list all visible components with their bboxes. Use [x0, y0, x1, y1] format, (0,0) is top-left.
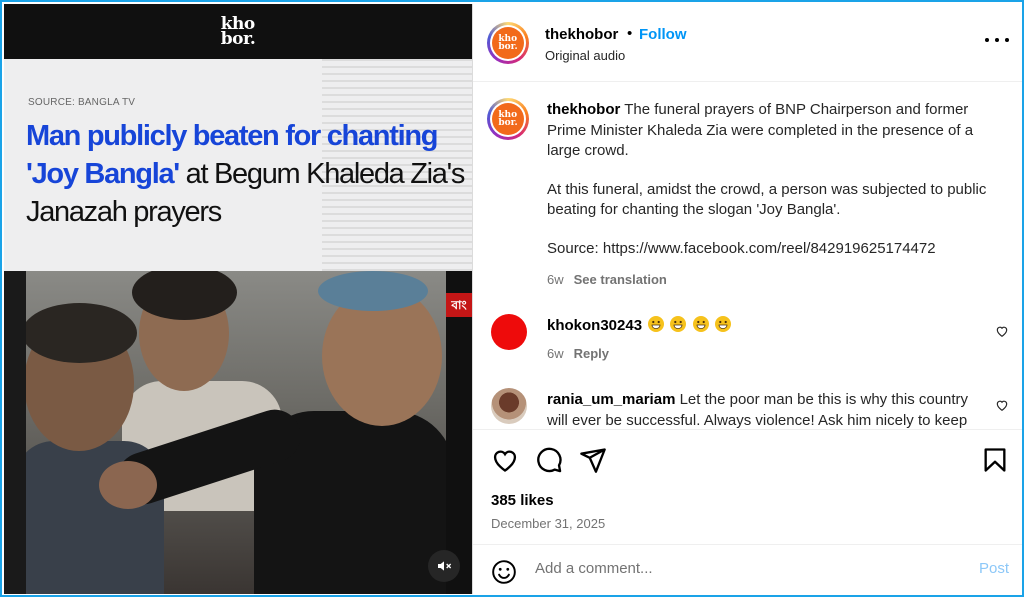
post-side-panel: kho bor. thekhobor • Follow Original aud…: [472, 4, 1022, 595]
comment-item: khokon30243: [547, 316, 987, 337]
headline: Man publicly beaten for chanting 'Joy Ba…: [26, 117, 466, 231]
grinning-emoji-icon: [714, 316, 731, 332]
post-date[interactable]: December 31, 2025: [491, 516, 605, 531]
commenter-avatar[interactable]: [491, 314, 527, 350]
comment-bubble-icon[interactable]: [535, 446, 563, 474]
see-translation-button[interactable]: See translation: [574, 272, 667, 287]
caption-age[interactable]: 6w: [547, 272, 564, 287]
audio-label[interactable]: Original audio: [545, 48, 625, 63]
comment-age[interactable]: 6w: [547, 346, 564, 361]
post-comment-button[interactable]: Post: [979, 560, 1009, 577]
caption-paragraph: At this funeral, amidst the crowd, a per…: [547, 180, 987, 219]
brand-bar: kho bor.: [4, 4, 472, 59]
more-options-icon[interactable]: [985, 30, 1009, 50]
author-username[interactable]: thekhobor: [545, 26, 618, 43]
person-shape: [22, 303, 137, 363]
post-actions: 385 likes December 31, 2025: [473, 429, 1022, 544]
post-media[interactable]: kho bor. SOURCE: BANGLA TV Man publicly …: [4, 4, 472, 594]
comment-username[interactable]: rania_um_mariam: [547, 391, 675, 408]
comment-item: rania_um_mariam Let the poor man be this…: [547, 390, 987, 428]
post-caption: thekhobor The funeral prayers of BNP Cha…: [547, 100, 997, 259]
tv-ticker: বাং: [446, 293, 472, 317]
post-header: kho bor. thekhobor • Follow Original aud…: [473, 4, 1022, 82]
caption-avatar[interactable]: kho bor.: [487, 98, 529, 140]
like-heart-icon[interactable]: [491, 446, 519, 474]
muted-speaker-icon: [438, 561, 452, 571]
comment-input[interactable]: [535, 560, 915, 577]
like-comment-heart-icon[interactable]: [995, 398, 1009, 412]
source-label: SOURCE: BANGLA TV: [28, 97, 136, 108]
caption-username[interactable]: thekhobor: [547, 101, 620, 118]
video-letterbox: [4, 271, 26, 594]
like-comment-heart-icon[interactable]: [995, 324, 1009, 338]
avatar-ring: kho bor.: [490, 101, 526, 137]
caption-source: Source: https://www.facebook.com/reel/84…: [547, 239, 936, 257]
video-frame[interactable]: বাং: [4, 271, 472, 594]
grinning-emoji-icon: [670, 316, 687, 332]
person-shape: [99, 461, 157, 509]
author-avatar[interactable]: kho bor.: [487, 22, 529, 64]
khobor-logo: kho bor.: [220, 13, 256, 49]
caption-meta: 6w See translation: [547, 272, 667, 287]
headline-card: SOURCE: BANGLA TV Man publicly beaten fo…: [4, 59, 472, 271]
video-letterbox: [446, 271, 472, 594]
avatar-ring: kho bor.: [490, 25, 526, 61]
follow-button[interactable]: Follow: [639, 26, 687, 43]
separator-dot: •: [627, 25, 633, 42]
comments-section[interactable]: kho bor. thekhobor The funeral prayers o…: [473, 82, 1022, 428]
avatar-logo: kho bor.: [492, 103, 524, 135]
comment-username[interactable]: khokon30243: [547, 317, 642, 334]
person-shape: [318, 271, 428, 311]
add-comment-bar: Post: [473, 544, 1022, 595]
likes-count[interactable]: 385 likes: [491, 492, 554, 509]
emoji-picker-icon[interactable]: [491, 559, 517, 585]
commenter-avatar[interactable]: [491, 388, 527, 424]
comment-meta: 6w Reply: [547, 346, 609, 361]
reply-button[interactable]: Reply: [574, 346, 609, 361]
mute-button[interactable]: [428, 550, 460, 582]
grinning-emoji-icon: [648, 316, 665, 332]
share-paper-plane-icon[interactable]: [579, 446, 607, 474]
save-bookmark-icon[interactable]: [981, 446, 1009, 474]
post-modal: kho bor. SOURCE: BANGLA TV Man publicly …: [0, 0, 1024, 597]
avatar-logo: kho bor.: [492, 27, 524, 59]
grinning-emoji-icon: [692, 316, 709, 332]
